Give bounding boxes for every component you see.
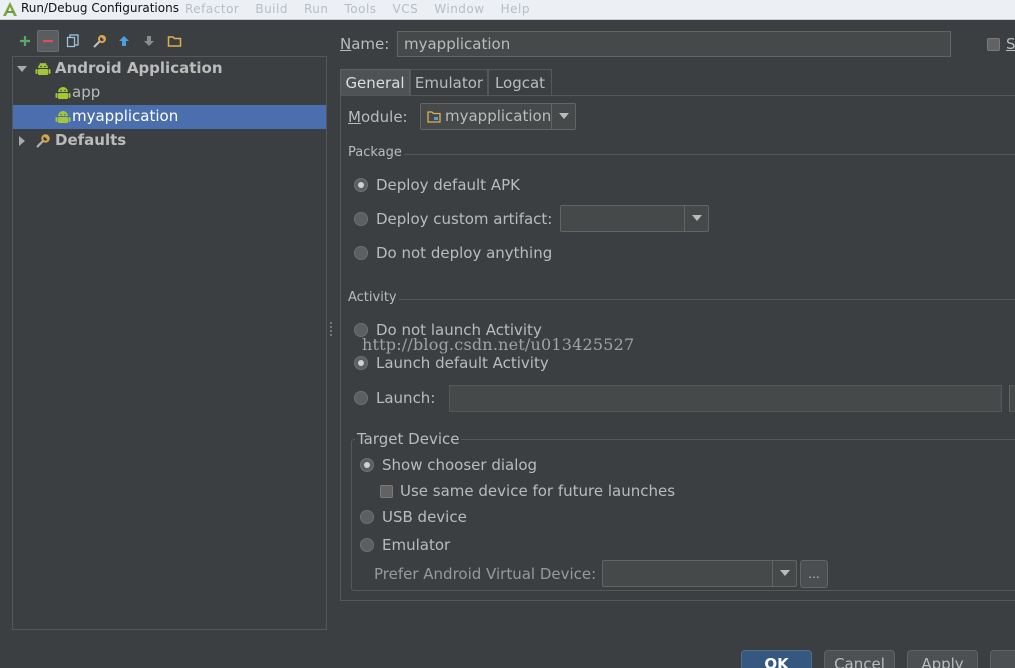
menu-build: Build — [255, 2, 288, 16]
remove-icon — [43, 39, 53, 43]
name-input[interactable] — [397, 31, 951, 57]
edit-defaults-icon — [92, 34, 106, 48]
title-bar: Run/Debug Configurations Refactor Build Ru… — [0, 0, 1015, 20]
defaults-wrench-icon — [36, 134, 50, 148]
module-value: myapplication — [445, 107, 552, 125]
module-dropdown[interactable]: myapplication — [420, 103, 576, 130]
launch-radio[interactable] — [354, 391, 368, 405]
launch-default-radio[interactable] — [354, 356, 368, 370]
artifact-dropdown[interactable] — [560, 205, 709, 232]
artifact-dropdown-arrow[interactable] — [684, 206, 708, 231]
chevron-down-icon — [691, 215, 702, 221]
background-menu-bar: Refactor Build Run Tools VCS Window Help — [185, 2, 546, 16]
tab-emulator[interactable]: Emulator — [410, 69, 488, 96]
avd-browse-button[interactable]: ... — [800, 560, 828, 588]
tab-logcat[interactable]: Logcat — [488, 69, 552, 96]
chevron-down-icon — [779, 570, 790, 576]
show-chooser-radio[interactable] — [360, 458, 374, 472]
target-device-title: Target Device — [355, 430, 462, 448]
tree-item-label: app — [72, 83, 101, 101]
splitter-handle[interactable] — [329, 322, 333, 338]
android-icon — [55, 111, 71, 123]
menu-tools: Tools — [344, 2, 377, 16]
module-dropdown-arrow[interactable] — [551, 104, 575, 129]
launch-label: Launch: — [376, 389, 436, 407]
chevron-down-icon — [558, 113, 569, 119]
deploy-nothing-radio[interactable] — [354, 246, 368, 260]
share-checkbox[interactable] — [987, 38, 1000, 51]
use-same-device-checkbox[interactable] — [380, 485, 393, 498]
menu-window: Window — [434, 2, 485, 16]
expanded-arrow-icon[interactable] — [17, 64, 27, 74]
deploy-custom-radio[interactable] — [354, 212, 368, 226]
watermark-text: http://blog.csdn.net/u013425527 — [362, 335, 635, 354]
tab-general[interactable]: General — [340, 69, 410, 96]
emulator-radio[interactable] — [360, 538, 374, 552]
module-folder-icon — [427, 111, 441, 123]
tree-item-defaults[interactable]: Defaults — [13, 129, 326, 153]
copy-icon — [66, 34, 79, 48]
usb-device-label: USB device — [382, 508, 467, 526]
copy-configuration-button[interactable] — [62, 30, 84, 52]
emulator-label: Emulator — [382, 536, 451, 554]
new-folder-button[interactable] — [163, 30, 185, 52]
tree-item-label: Android Application — [55, 59, 223, 77]
ok-button[interactable]: OK — [741, 650, 812, 668]
deploy-custom-label: Deploy custom artifact: — [376, 210, 553, 228]
use-same-device-label: Use same device for future launches — [400, 482, 676, 500]
android-icon — [35, 62, 51, 75]
tree-item-myapplication[interactable]: myapplication — [13, 105, 326, 129]
tree-item-app[interactable]: app — [13, 81, 326, 105]
android-studio-logo-icon — [3, 2, 17, 16]
config-toolbar — [12, 30, 332, 54]
move-down-button[interactable] — [138, 30, 160, 52]
launch-browse-button[interactable] — [1009, 385, 1015, 412]
tree-item-android-application[interactable]: Android Application — [13, 57, 326, 81]
share-label: S — [1006, 35, 1015, 53]
apply-button[interactable]: Apply — [907, 650, 978, 668]
launch-activity-input[interactable] — [449, 385, 1002, 412]
avd-dropdown[interactable] — [602, 560, 797, 587]
menu-run: Run — [303, 2, 329, 16]
window-title: Run/Debug Configurations — [21, 1, 179, 15]
avd-dropdown-arrow[interactable] — [772, 561, 796, 586]
deploy-default-radio[interactable] — [354, 178, 368, 192]
menu-vcs: VCS — [392, 2, 419, 16]
add-configuration-button[interactable] — [14, 30, 36, 52]
menu-refactor: Refactor — [185, 2, 240, 16]
folder-icon — [167, 36, 181, 47]
add-icon — [20, 36, 30, 46]
activity-section-title: Activity — [348, 290, 397, 305]
help-button[interactable] — [990, 650, 1015, 668]
show-chooser-label: Show chooser dialog — [382, 456, 538, 474]
package-separator — [404, 154, 1015, 155]
menu-help: Help — [500, 2, 530, 16]
move-up-icon — [119, 36, 129, 46]
activity-separator — [399, 299, 1015, 300]
tree-item-label: myapplication — [72, 107, 179, 125]
deploy-nothing-label: Do not deploy anything — [376, 244, 553, 262]
edit-defaults-button[interactable] — [88, 30, 110, 52]
move-up-button[interactable] — [113, 30, 135, 52]
deploy-default-label: Deploy default APK — [376, 176, 520, 194]
remove-configuration-button[interactable] — [37, 30, 59, 52]
tree-item-label: Defaults — [55, 131, 127, 149]
package-section-title: Package — [348, 145, 402, 160]
name-label: Name: — [340, 35, 390, 53]
cancel-button[interactable]: Cancel — [824, 650, 895, 668]
android-icon — [55, 87, 71, 99]
prefer-avd-label: Prefer Android Virtual Device: — [374, 565, 597, 583]
module-label: Module: — [348, 108, 408, 126]
usb-device-radio[interactable] — [360, 510, 374, 524]
launch-default-label: Launch default Activity — [376, 354, 549, 372]
configuration-tree: Android Application app myapplication De… — [12, 56, 327, 630]
move-down-icon — [144, 36, 154, 46]
collapsed-arrow-icon[interactable] — [17, 136, 27, 146]
